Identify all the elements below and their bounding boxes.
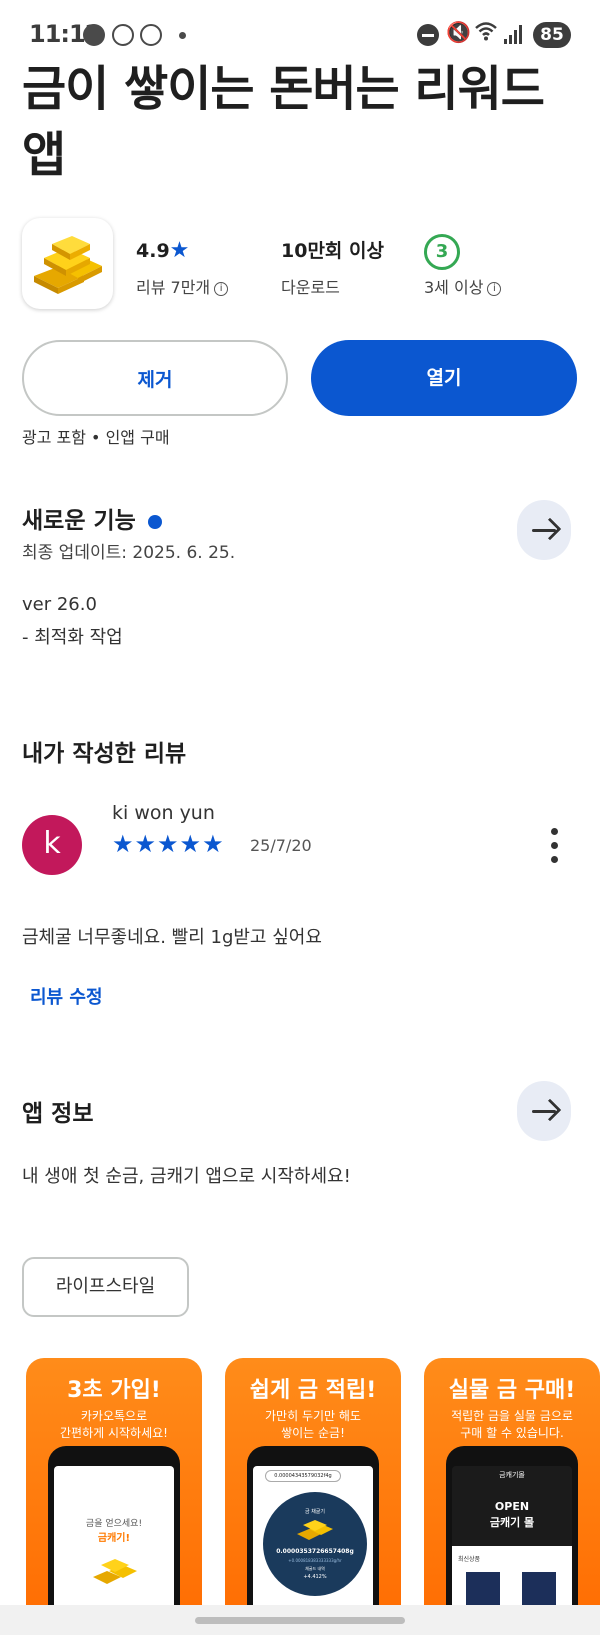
review-date: 25/7/20: [250, 836, 312, 855]
release-notes: - 최적화 작업: [22, 627, 123, 648]
mall-brand: 금캐기몰: [499, 1471, 525, 1479]
screenshot-2[interactable]: 쉽게 금 적립! 가만히 두기만 해도 쌓이는 순금! 0.0000434357…: [225, 1358, 401, 1635]
version-text: ver 26.0: [22, 594, 97, 615]
wifi-icon: [474, 20, 498, 47]
info-icon: i: [487, 281, 502, 296]
battery-indicator: 85: [533, 22, 571, 48]
mining-label: 금 채굴기: [305, 1509, 325, 1515]
screenshot-3[interactable]: 실물 금 구매! 적립한 금을 실물 금으로 구매 할 수 있습니다. 금캐기몰…: [424, 1358, 600, 1635]
reviews-count: 리뷰 7만개: [136, 278, 211, 297]
about-description: 내 생애 첫 순금, 금캐기 앱으로 시작하세요!: [22, 1166, 351, 1187]
home-indicator[interactable]: [195, 1617, 405, 1624]
notification-app-icon: [83, 24, 105, 46]
new-indicator-dot: [147, 514, 162, 529]
do-not-disturb-icon: [417, 24, 439, 46]
age-rating-badge: 3: [424, 234, 460, 270]
app-title: 금이 쌓이는 돈버는 리워드 앱: [22, 61, 545, 183]
whats-new-arrow-icon[interactable]: [517, 500, 571, 560]
screenshot-subtitle: 가만히 두기만 해도 쌓이는 순금!: [265, 1409, 361, 1440]
rating-block[interactable]: 4.9★ 리뷰 7만개 i: [136, 236, 229, 298]
age-rating-block[interactable]: 3 3세 이상 i: [424, 234, 502, 298]
mining-rate: +0.000818383333333g/hr: [288, 1558, 342, 1563]
ads-note: 광고 포함 • 인앱 구매: [22, 428, 170, 447]
info-icon: i: [214, 281, 229, 296]
my-review-title: 내가 작성한 리뷰: [22, 741, 187, 767]
notification-alien-icon: [112, 24, 134, 46]
downloads-value: 10만회 이상: [281, 240, 384, 262]
screen-text: 금을 얻으세요!: [85, 1519, 143, 1529]
screenshot-subtitle: 적립한 금을 실물 금으로 구매 할 수 있습니다.: [451, 1409, 573, 1440]
gold-bars-icon: [34, 236, 102, 294]
screenshot-subtitle: 카카오톡으로 간편하게 시작하세요!: [60, 1409, 168, 1440]
screenshot-title: 쉽게 금 적립!: [249, 1378, 377, 1403]
avatar: k: [22, 815, 82, 875]
downloads-block: 10만회 이상 다운로드: [281, 236, 384, 298]
about-title[interactable]: 앱 정보: [22, 1094, 94, 1128]
mute-icon: 🔇: [446, 20, 471, 44]
navigation-bar: [0, 1605, 600, 1635]
about-arrow-icon[interactable]: [517, 1081, 571, 1141]
category-chip[interactable]: 라이프스타일: [22, 1257, 189, 1317]
open-button[interactable]: 열기: [311, 340, 577, 416]
age-rating-label: 3세 이상: [424, 278, 484, 297]
app-icon: [22, 218, 113, 309]
more-options-icon[interactable]: [546, 826, 564, 866]
reviewer-name: ki won yun: [112, 802, 215, 824]
balance-field: 0.00004343579032f4g: [265, 1470, 341, 1482]
mining-percent: +4.412%: [303, 1574, 327, 1580]
downloads-label: 다운로드: [281, 278, 340, 297]
notification-alien-icon-2: [140, 24, 162, 46]
last-updated: 최종 업데이트: 2025. 6. 25.: [22, 543, 236, 563]
screenshot-title: 3초 가입!: [67, 1378, 161, 1403]
mall-section: 최신상품: [458, 1556, 481, 1563]
mall-banner: OPEN: [494, 1500, 530, 1513]
whats-new-title[interactable]: 새로운 기능: [22, 501, 162, 535]
review-stars: ★★★★★: [112, 830, 225, 858]
gold-bars-icon: [93, 1559, 137, 1584]
edit-review-link[interactable]: 리뷰 수정: [30, 983, 103, 1009]
mining-history: 채굴드 내역: [305, 1566, 325, 1571]
screenshot-title: 실물 금 구매!: [448, 1378, 576, 1403]
rating-value: 4.9: [136, 240, 170, 262]
remove-button[interactable]: 제거: [22, 340, 288, 416]
mall-banner-2: 금캐기 몰: [489, 1516, 535, 1529]
screenshot-1[interactable]: 3초 가입! 카카오톡으로 간편하게 시작하세요! 금을 얻으세요! 금캐기!: [26, 1358, 202, 1635]
mining-circle: 금 채굴기 0.0000353726657408g +0.00081838333…: [263, 1492, 367, 1596]
mining-value: 0.0000353726657408g: [276, 1548, 354, 1555]
screen-accent: 금캐기!: [97, 1533, 131, 1544]
gold-bars-icon: [297, 1520, 333, 1540]
signal-icon: [504, 24, 524, 44]
review-text: 금체굴 너무좋네요. 빨리 1g받고 싶어요: [22, 927, 322, 948]
star-icon: ★: [169, 238, 190, 263]
more-notifications-dot-icon: [179, 32, 186, 39]
